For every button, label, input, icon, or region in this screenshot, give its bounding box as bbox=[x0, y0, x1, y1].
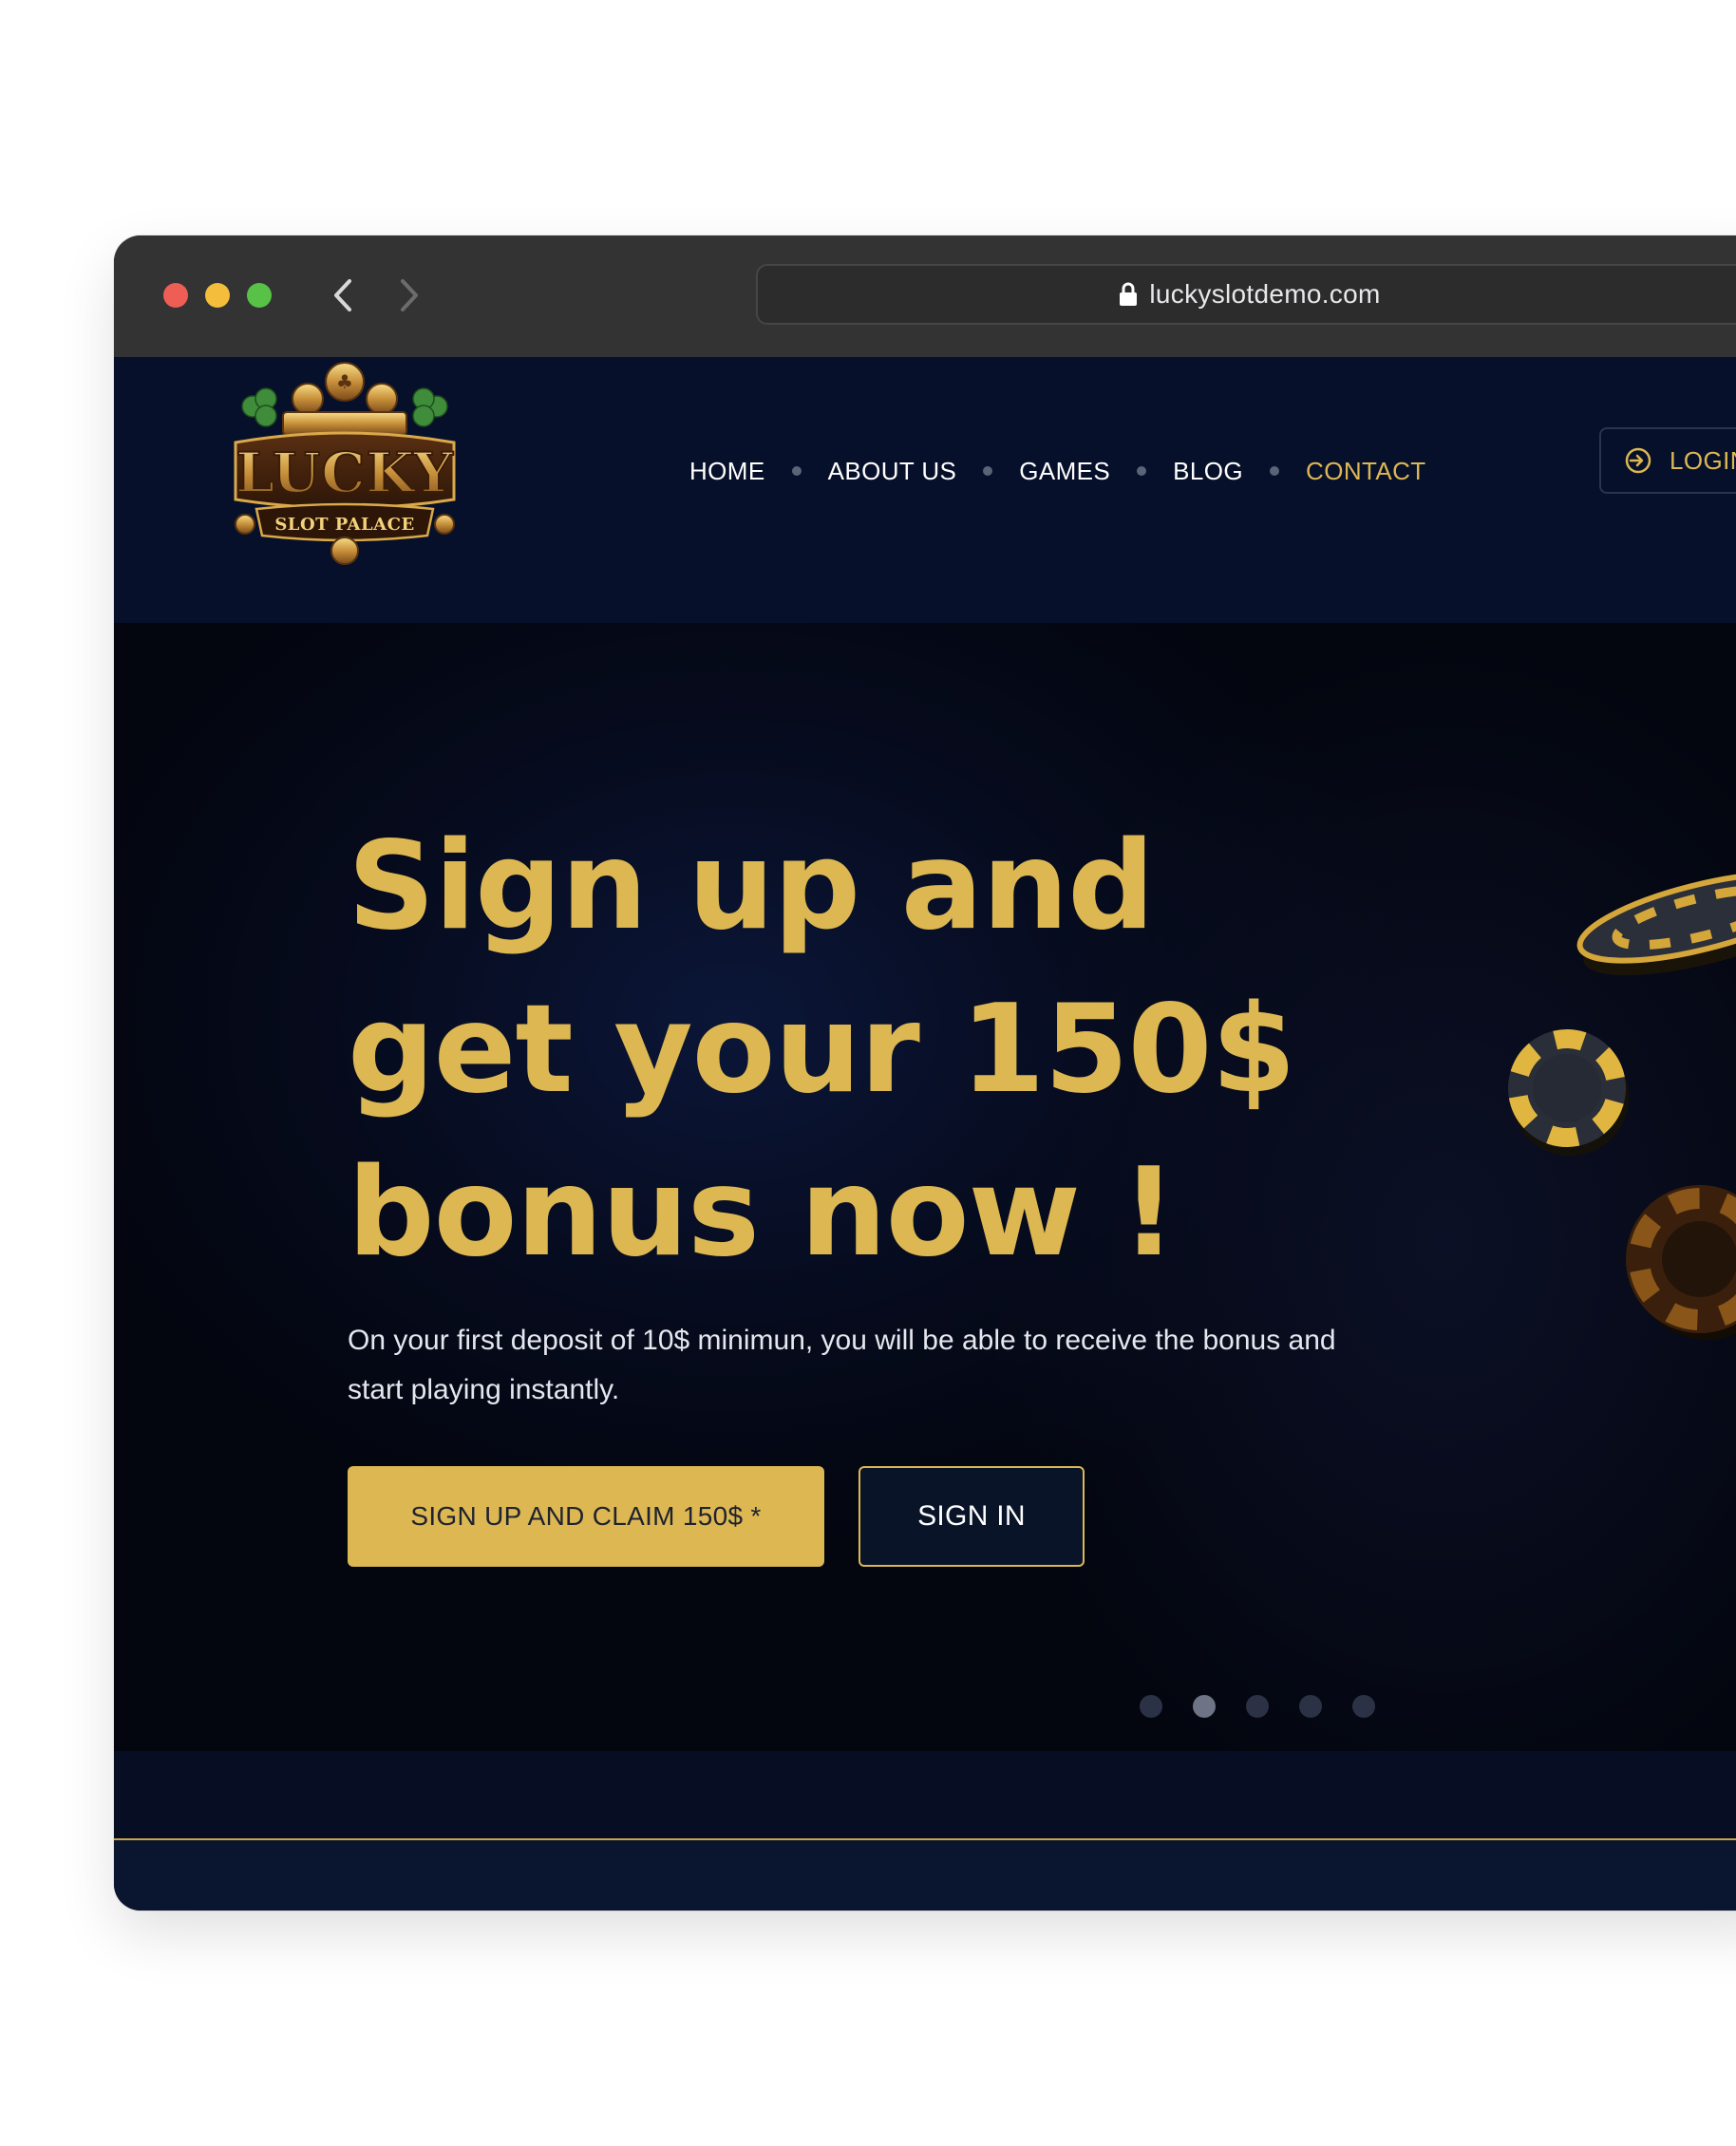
address-bar-content: luckyslotdemo.com bbox=[758, 266, 1736, 323]
nav-link-games[interactable]: GAMES bbox=[1019, 457, 1110, 486]
carousel-dot[interactable] bbox=[1140, 1695, 1162, 1718]
signup-claim-bonus-button[interactable]: SIGN UP AND CLAIM 150$ * bbox=[348, 1466, 824, 1567]
nav-separator bbox=[791, 466, 802, 476]
carousel-dot[interactable] bbox=[1299, 1695, 1322, 1718]
nav-link-blog[interactable]: BLOG bbox=[1173, 457, 1243, 486]
forward-arrow-icon[interactable] bbox=[389, 273, 427, 317]
content-band bbox=[114, 1751, 1736, 1838]
nav-separator bbox=[1137, 466, 1147, 476]
close-window-button[interactable] bbox=[163, 283, 188, 308]
nav-link-contact[interactable]: CONTACT bbox=[1306, 457, 1426, 486]
carousel-dot[interactable] bbox=[1246, 1695, 1269, 1718]
svg-text:♣: ♣ bbox=[336, 370, 353, 393]
carousel-pagination bbox=[1140, 1694, 1375, 1719]
login-label: LOGIN bbox=[1670, 445, 1736, 475]
login-button[interactable]: LOGIN bbox=[1599, 427, 1736, 494]
nav-separator bbox=[1270, 466, 1280, 476]
maximize-window-button[interactable] bbox=[247, 283, 272, 308]
casino-chips-illustration bbox=[1508, 871, 1736, 1341]
logo-subtitle: SLOT PALACE bbox=[274, 515, 414, 535]
browser-toolbar: luckyslotdemo.com bbox=[114, 235, 1736, 357]
nav-link-about-us[interactable]: ABOUT US bbox=[828, 457, 957, 486]
back-arrow-icon[interactable] bbox=[325, 273, 363, 317]
main-navigation: HOME ABOUT US GAMES BLOG CONTACT bbox=[689, 452, 1426, 490]
casino-chip-icon bbox=[1626, 1185, 1736, 1341]
site-header: ♣ LUCKY SLOT PALACE HOME ABOUT US GAMES … bbox=[114, 357, 1736, 625]
casino-chip-icon bbox=[1508, 1029, 1630, 1157]
next-section-strip bbox=[114, 1840, 1736, 1911]
minimize-window-button[interactable] bbox=[205, 283, 230, 308]
carousel-dot-active[interactable] bbox=[1193, 1695, 1216, 1718]
hero-section: Sign up and get your 150$ bonus now ! On… bbox=[114, 623, 1736, 1753]
nav-link-home[interactable]: HOME bbox=[689, 457, 765, 486]
browser-window: luckyslotdemo.com ♣ LUCKY SLOT PALACE HO… bbox=[114, 235, 1736, 1911]
carousel-dot[interactable] bbox=[1352, 1695, 1375, 1718]
nav-separator bbox=[983, 466, 993, 476]
url-text: luckyslotdemo.com bbox=[1149, 279, 1381, 309]
sign-in-button[interactable]: SIGN IN bbox=[859, 1466, 1085, 1567]
login-icon bbox=[1625, 447, 1651, 474]
hero-subtext: On your first deposit of 10$ minimun, yo… bbox=[348, 1325, 1336, 1405]
hero-headline: Sign up and get your 150$ bonus now ! bbox=[348, 816, 1296, 1284]
lock-icon bbox=[1120, 282, 1138, 306]
casino-chip-icon bbox=[1576, 871, 1736, 976]
site-logo[interactable]: ♣ LUCKY SLOT PALACE bbox=[217, 357, 473, 566]
address-bar[interactable]: luckyslotdemo.com bbox=[756, 264, 1736, 325]
logo-title: LUCKY bbox=[236, 441, 454, 505]
